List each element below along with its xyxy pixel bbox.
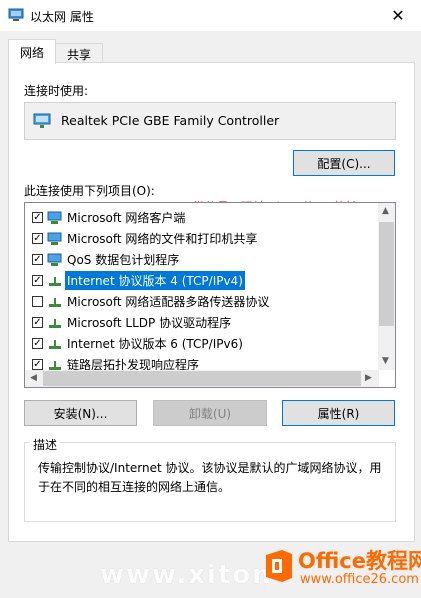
list-item[interactable]: ✓ Microsoft 网络的文件和打印机共享 [25, 228, 379, 249]
item-checkbox[interactable] [32, 296, 43, 307]
list-item[interactable]: ✓ Internet 协议版本 6 (TCP/IPv6) [25, 333, 379, 354]
site-title: Office教程网 [298, 549, 421, 573]
site-logo: Office教程网 www.office26.com [262, 543, 421, 595]
list-item-selected[interactable]: ✓ Internet 协议版本 4 (TCP/IPv4) [25, 270, 379, 291]
item-checkbox[interactable]: ✓ [32, 275, 43, 286]
adapter-icon [33, 113, 51, 128]
client-icon [47, 232, 62, 245]
list-item[interactable]: ✓ Microsoft LLDP 协议驱动程序 [25, 312, 379, 333]
description-text: 传输控制协议/Internet 协议。该协议是默认的广域网络协议，用于在不同的相… [38, 461, 382, 494]
list-item[interactable]: ✓ Microsoft 网络客户端 [25, 207, 379, 228]
horizontal-scrollbar[interactable]: ◀ ▶ [25, 370, 379, 387]
protocol-icon [49, 340, 61, 349]
scroll-thumb[interactable] [43, 371, 361, 386]
tab-network[interactable]: 网络 [8, 39, 56, 64]
adapter-box: Realtek PCIe GBE Family Controller [24, 102, 396, 140]
install-button[interactable]: 安装(N)... [24, 400, 137, 426]
vertical-scrollbar[interactable]: ▲ ▼ [378, 203, 395, 370]
item-checkbox[interactable]: ✓ [32, 212, 43, 223]
scroll-left-icon[interactable]: ◀ [30, 373, 37, 383]
scroll-down-icon[interactable]: ▼ [382, 356, 389, 366]
configure-button[interactable]: 配置(C)... [293, 150, 395, 176]
window-title: 以太网 属性 [30, 10, 94, 24]
scroll-right-icon[interactable]: ▶ [365, 373, 372, 383]
faint-watermark: www.xiton [100, 560, 273, 590]
client-icon [47, 253, 62, 266]
items-label: 此连接使用下列项目(O): [24, 184, 155, 198]
adapter-name: Realtek PCIe GBE Family Controller [61, 113, 280, 128]
network-icon [8, 8, 24, 21]
list-item[interactable]: Microsoft 网络适配器多路传送器协议 [25, 291, 379, 312]
client-icon [47, 211, 62, 224]
protocol-icon [49, 319, 61, 328]
close-icon: ✕ [391, 6, 405, 25]
description-title: 描述 [30, 436, 61, 453]
title-bar: 以太网 属性 ✕ [0, 0, 421, 31]
item-checkbox[interactable]: ✓ [32, 233, 43, 244]
list-item[interactable]: ✓ QoS 数据包计划程序 [25, 249, 379, 270]
office-logo-icon [266, 550, 292, 582]
connect-using-label: 连接时使用: [24, 84, 89, 98]
item-checkbox[interactable]: ✓ [32, 254, 43, 265]
protocol-icon [49, 298, 61, 307]
uninstall-button[interactable]: 卸载(U) [153, 400, 267, 426]
close-button[interactable]: ✕ [375, 0, 421, 31]
site-url: www.office26.com [300, 572, 419, 587]
items-list[interactable]: ✓ Microsoft 网络客户端 ✓ Microsoft 网络的文件和打印机共… [24, 202, 396, 388]
item-checkbox[interactable]: ✓ [32, 359, 43, 370]
properties-button[interactable]: 属性(R) [282, 400, 395, 426]
scroll-up-icon[interactable]: ▲ [382, 206, 389, 216]
item-checkbox[interactable]: ✓ [32, 338, 43, 349]
item-checkbox[interactable]: ✓ [32, 317, 43, 328]
protocol-icon [49, 277, 61, 286]
scroll-thumb[interactable] [379, 222, 394, 326]
